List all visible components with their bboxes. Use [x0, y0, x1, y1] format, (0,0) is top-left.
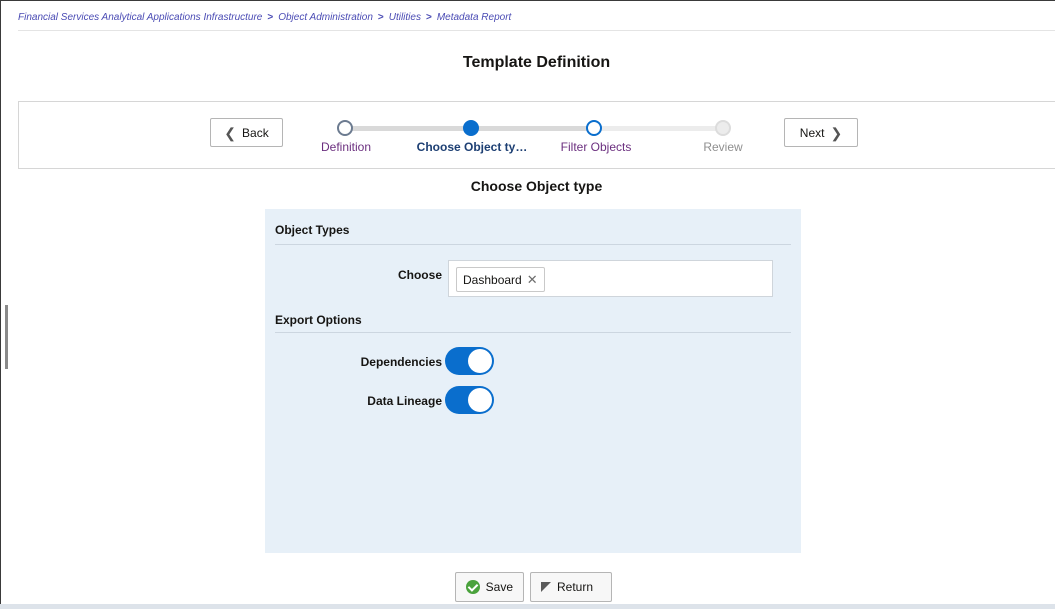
chip-label: Dashboard	[463, 272, 522, 287]
breadcrumb-item-utilities[interactable]: Utilities	[389, 12, 421, 23]
object-types-heading: Object Types	[275, 223, 350, 237]
next-button[interactable]: Next ❯	[784, 118, 858, 147]
export-options-heading: Export Options	[275, 313, 362, 327]
breadcrumb-separator: >	[425, 12, 432, 23]
back-button-label: Back	[242, 125, 269, 140]
data-lineage-toggle[interactable]	[445, 386, 494, 414]
chevron-right-icon: ❯	[830, 124, 843, 141]
chevron-left-icon: ❮	[224, 124, 237, 141]
save-button-label: Save	[485, 580, 513, 594]
train-track-segment	[345, 126, 471, 131]
train-stop-definition[interactable]	[337, 120, 353, 136]
train-stop-review	[715, 120, 731, 136]
section-divider	[275, 244, 791, 245]
save-button[interactable]: Save	[455, 572, 524, 602]
bottom-bar	[0, 604, 1055, 609]
train-stop-label[interactable]: Choose Object ty…	[417, 140, 528, 154]
toggle-knob	[468, 349, 492, 373]
return-button[interactable]: Return	[530, 572, 612, 602]
close-icon[interactable]: ✕	[527, 272, 538, 288]
train-stop-filter-objects[interactable]	[586, 120, 602, 136]
breadcrumb-item-metadata-report[interactable]: Metadata Report	[437, 12, 512, 23]
next-button-label: Next	[799, 125, 825, 140]
page-title: Template Definition	[462, 54, 611, 71]
breadcrumb-separator: >	[377, 12, 384, 23]
choose-label: Choose	[397, 268, 442, 282]
section-divider	[275, 332, 791, 333]
return-arrow-icon	[541, 582, 551, 592]
back-button[interactable]: ❮ Back	[210, 118, 283, 147]
splitter-handle[interactable]	[5, 305, 8, 369]
breadcrumb-item-fsaai[interactable]: Financial Services Analytical Applicatio…	[18, 12, 262, 23]
data-lineage-label: Data Lineage	[367, 394, 442, 408]
train-stop-label: Review	[703, 140, 743, 154]
breadcrumb-separator: >	[267, 12, 274, 23]
header-divider	[18, 30, 1055, 31]
train-navigation: ❮ Back Definition Choose Object ty… Filt…	[18, 101, 1055, 169]
dependencies-toggle[interactable]	[445, 347, 494, 375]
section-title: Choose Object type	[470, 178, 603, 194]
breadcrumb-item-object-administration[interactable]: Object Administration	[278, 12, 373, 23]
train-stop-label[interactable]: Filter Objects	[561, 140, 632, 154]
object-type-select[interactable]: Dashboard ✕	[448, 260, 773, 297]
breadcrumb: Financial Services Analytical Applicatio…	[18, 12, 511, 23]
train-stop-label[interactable]: Definition	[321, 140, 371, 154]
train-track-segment	[593, 126, 723, 131]
selected-chip-dashboard: Dashboard ✕	[456, 267, 545, 292]
return-button-label: Return	[557, 580, 594, 594]
object-type-panel: Object Types Choose Dashboard ✕ Export O…	[265, 209, 801, 553]
train-track-segment	[471, 126, 593, 131]
toggle-knob	[468, 388, 492, 412]
train-stop-choose-object-type[interactable]	[463, 120, 479, 136]
dependencies-label: Dependencies	[360, 355, 442, 369]
check-circle-icon	[466, 580, 480, 594]
